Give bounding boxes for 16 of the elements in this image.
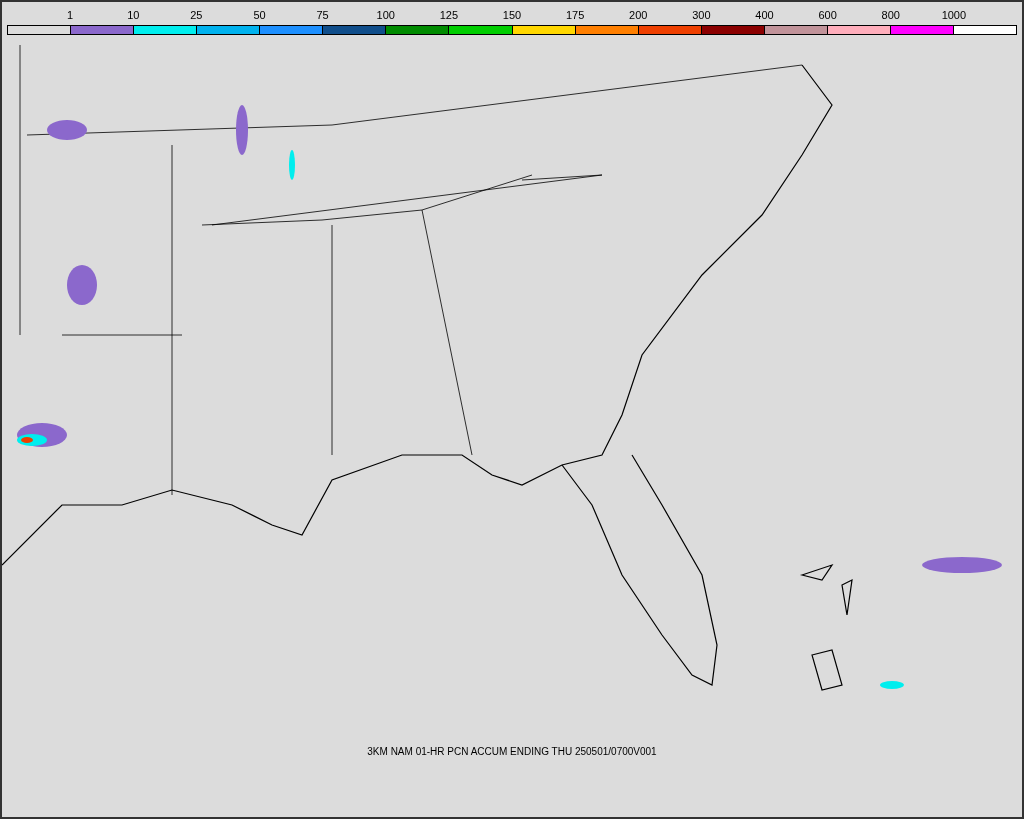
legend-label: 150: [502, 8, 522, 22]
map-caption: 3KM NAM 01-HR PCN ACCUM ENDING THU 250501/0700V001: [367, 746, 657, 757]
legend-label: 75: [316, 8, 329, 22]
legend-label: 1000: [941, 8, 967, 22]
legend-label: 600: [818, 8, 837, 22]
legend-label: 100: [376, 8, 395, 22]
legend-label: 400: [755, 8, 774, 22]
legend-label: 1: [67, 8, 74, 22]
legend-label: 175: [565, 8, 585, 22]
legend-label: 50: [253, 8, 266, 22]
legend-label: 300: [692, 8, 711, 22]
legend-label: 10: [127, 8, 140, 22]
legend-label: 800: [881, 8, 900, 22]
legend-label: 125: [439, 8, 459, 22]
legend-label: 25: [190, 8, 203, 22]
legend-label: 200: [629, 8, 648, 22]
